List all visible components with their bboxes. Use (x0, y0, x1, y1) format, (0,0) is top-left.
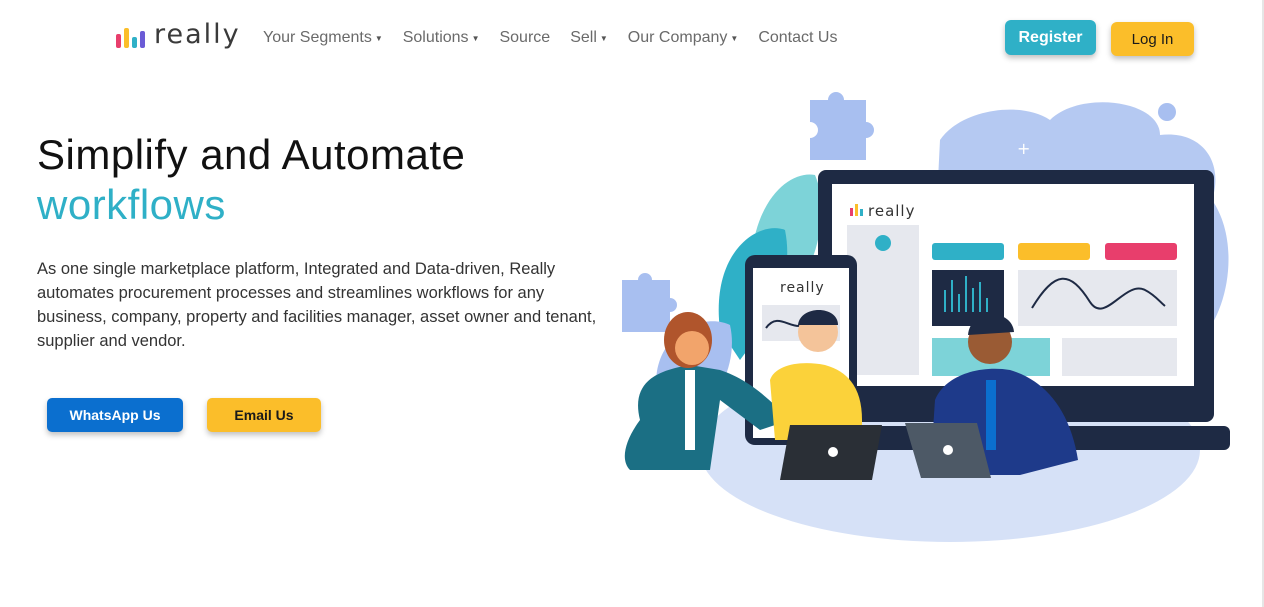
nav-item-your-segments[interactable]: Your Segments ▼ (263, 29, 383, 47)
screen-wave-card (1018, 270, 1177, 326)
chevron-down-icon: ▼ (471, 33, 480, 43)
screen-card-gray (1062, 338, 1177, 376)
login-button[interactable]: Log In (1111, 22, 1194, 56)
hero-description: As one single marketplace platform, Inte… (37, 260, 597, 350)
nav-item-our-company[interactable]: Our Company ▼ (628, 29, 739, 47)
main-nav: Your Segments ▼ Solutions ▼ Source Sell ▼ O… (263, 29, 857, 47)
chevron-down-icon: ▼ (599, 33, 608, 43)
screen-bar-pink (1105, 243, 1177, 260)
decor-dot (1158, 103, 1176, 121)
nav-item-label: Your Segments (263, 29, 372, 46)
hero-illustration: + really really (622, 92, 1230, 542)
puzzle-piece-icon (810, 92, 874, 160)
monitor-logo-text: really (868, 202, 915, 220)
nav-item-label: Solutions (402, 29, 469, 46)
logo-bars-icon (116, 28, 145, 48)
chevron-down-icon: ▼ (374, 33, 383, 43)
screen-bar-teal (932, 243, 1004, 260)
nav-item-label: Contact Us (758, 29, 838, 46)
email-button[interactable]: Email Us (207, 398, 321, 432)
nav-item-source[interactable]: Source (499, 29, 550, 47)
nav-item-solutions[interactable]: Solutions ▼ (403, 29, 480, 47)
nav-item-contact-us[interactable]: Contact Us (758, 29, 837, 47)
nav-item-sell[interactable]: Sell ▼ (570, 29, 608, 47)
whatsapp-button[interactable]: WhatsApp Us (47, 398, 183, 432)
screen-bar-yellow (1018, 243, 1090, 260)
hero-title-accent: workflows (37, 181, 226, 228)
decor-plus: + (1017, 139, 1030, 158)
phone-logo-text: really (780, 280, 825, 296)
puzzle-piece-icon (622, 273, 677, 332)
chevron-down-icon: ▼ (730, 33, 739, 43)
register-button[interactable]: Register (1005, 20, 1096, 55)
nav-item-label: Our Company (627, 29, 728, 46)
site-header: really Your Segments ▼ Solutions ▼ Source … (0, 0, 1264, 78)
brand-name: really (154, 19, 241, 50)
hero-title: Simplify and Automate workflows (37, 130, 465, 230)
nav-item-label: Source (499, 29, 551, 46)
screen-avatar (875, 235, 891, 251)
hero-title-line1: Simplify and Automate (37, 131, 466, 178)
nav-item-label: Sell (570, 29, 597, 46)
brand-logo[interactable]: really (116, 19, 241, 50)
